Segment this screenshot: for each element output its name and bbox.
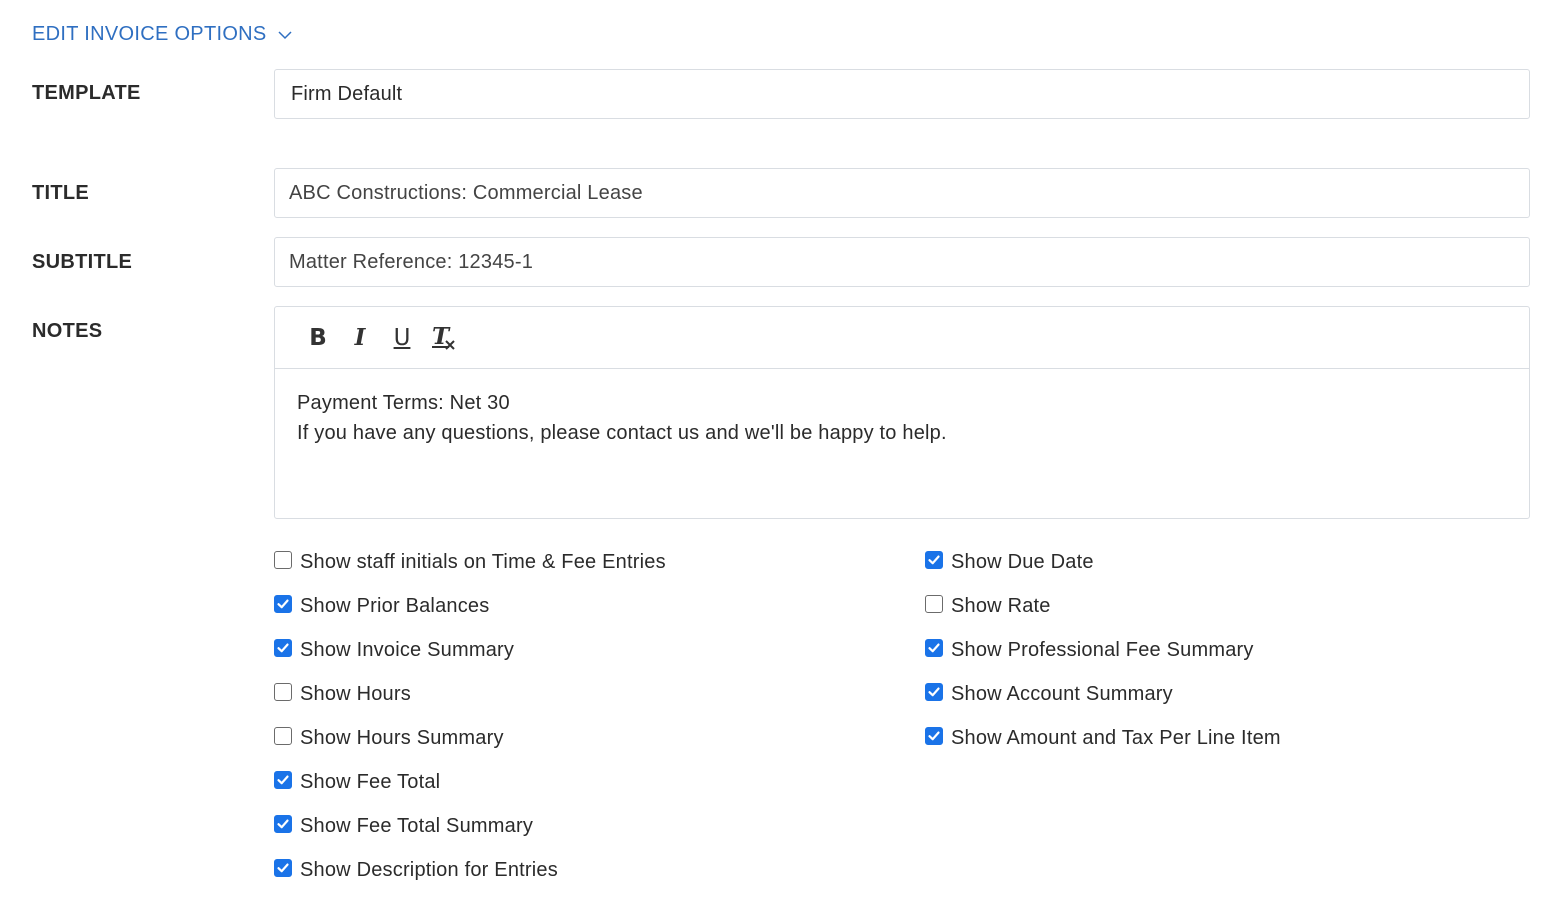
notes-label: NOTES (32, 320, 103, 342)
checkmark-icon (277, 775, 289, 785)
options-right-column: Show Due Date Show Rate Show Professiona… (925, 540, 1281, 760)
option-label: Show Hours Summary (300, 726, 504, 749)
checkmark-icon (928, 643, 940, 653)
option-description-entries[interactable]: Show Description for Entries (274, 848, 666, 892)
option-rate[interactable]: Show Rate (925, 584, 1281, 628)
option-hours-summary[interactable]: Show Hours Summary (274, 716, 666, 760)
checkbox-checked[interactable] (925, 551, 943, 569)
option-hours[interactable]: Show Hours (274, 672, 666, 716)
option-label: Show Fee Total (300, 770, 441, 793)
checkbox-checked[interactable] (925, 727, 943, 745)
invoice-options-page: EDIT INVOICE OPTIONS TEMPLATE Firm Defau… (0, 0, 1550, 915)
checkbox-checked[interactable] (274, 815, 292, 833)
option-fee-total-summary[interactable]: Show Fee Total Summary (274, 804, 666, 848)
checkbox-checked[interactable] (925, 639, 943, 657)
checkbox-checked[interactable] (274, 595, 292, 613)
notes-line: Payment Terms: Net 30 (297, 392, 510, 414)
template-label: TEMPLATE (32, 82, 141, 104)
subtitle-input[interactable]: Matter Reference: 12345-1 (274, 237, 1530, 287)
checkbox-unchecked[interactable] (925, 595, 943, 613)
notes-line: If you have any questions, please contac… (297, 422, 947, 444)
checkbox-checked[interactable] (274, 771, 292, 789)
option-label: Show Amount and Tax Per Line Item (951, 726, 1281, 749)
title-input[interactable]: ABC Constructions: Commercial Lease (274, 168, 1530, 218)
title-label: TITLE (32, 182, 90, 204)
options-left-column: Show staff initials on Time & Fee Entrie… (274, 540, 666, 892)
template-select[interactable]: Firm Default (274, 69, 1530, 119)
checkmark-icon (277, 863, 289, 873)
option-label: Show Prior Balances (300, 594, 490, 617)
checkbox-unchecked[interactable] (274, 727, 292, 745)
chevron-down-icon (277, 26, 293, 42)
notes-editor[interactable]: B I U T Payment Terms: Net 30 If you hav… (274, 306, 1530, 519)
option-amount-tax-line-item[interactable]: Show Amount and Tax Per Line Item (925, 716, 1281, 760)
option-staff-initials[interactable]: Show staff initials on Time & Fee Entrie… (274, 540, 666, 584)
option-prior-balances[interactable]: Show Prior Balances (274, 584, 666, 628)
checkbox-checked[interactable] (274, 859, 292, 877)
option-invoice-summary[interactable]: Show Invoice Summary (274, 628, 666, 672)
template-select-value: Firm Default (291, 82, 403, 105)
checkmark-icon (928, 555, 940, 565)
option-label: Show Professional Fee Summary (951, 638, 1254, 661)
option-professional-fee-summary[interactable]: Show Professional Fee Summary (925, 628, 1281, 672)
checkmark-icon (277, 599, 289, 609)
option-label: Show Description for Entries (300, 858, 558, 881)
edit-invoice-options-label: EDIT INVOICE OPTIONS (32, 22, 267, 45)
edit-invoice-options-toggle[interactable]: EDIT INVOICE OPTIONS (32, 20, 293, 48)
checkbox-unchecked[interactable] (274, 551, 292, 569)
option-label: Show Invoice Summary (300, 638, 515, 661)
option-due-date[interactable]: Show Due Date (925, 540, 1281, 584)
clear-format-button[interactable]: T (423, 320, 465, 356)
option-label: Show Account Summary (951, 682, 1173, 705)
clear-format-icon: T (432, 323, 456, 351)
option-account-summary[interactable]: Show Account Summary (925, 672, 1281, 716)
checkbox-checked[interactable] (274, 639, 292, 657)
option-label: Show Rate (951, 594, 1051, 617)
underline-button[interactable]: U (381, 320, 423, 356)
option-label: Show Hours (300, 682, 411, 705)
bold-button[interactable]: B (297, 320, 339, 356)
checkmark-icon (928, 687, 940, 697)
option-label: Show Due Date (951, 550, 1094, 573)
notes-editor-toolbar: B I U T (275, 307, 1529, 369)
notes-editor-content[interactable]: Payment Terms: Net 30 If you have any qu… (275, 369, 1529, 467)
title-input-value: ABC Constructions: Commercial Lease (289, 181, 643, 204)
italic-button[interactable]: I (339, 320, 381, 356)
option-label: Show Fee Total Summary (300, 814, 534, 837)
checkbox-unchecked[interactable] (274, 683, 292, 701)
option-fee-total[interactable]: Show Fee Total (274, 760, 666, 804)
checkmark-icon (928, 731, 940, 741)
checkbox-checked[interactable] (925, 683, 943, 701)
subtitle-input-value: Matter Reference: 12345-1 (289, 250, 534, 273)
subtitle-label: SUBTITLE (32, 251, 133, 273)
checkmark-icon (277, 643, 289, 653)
option-label: Show staff initials on Time & Fee Entrie… (300, 550, 666, 573)
checkmark-icon (277, 819, 289, 829)
